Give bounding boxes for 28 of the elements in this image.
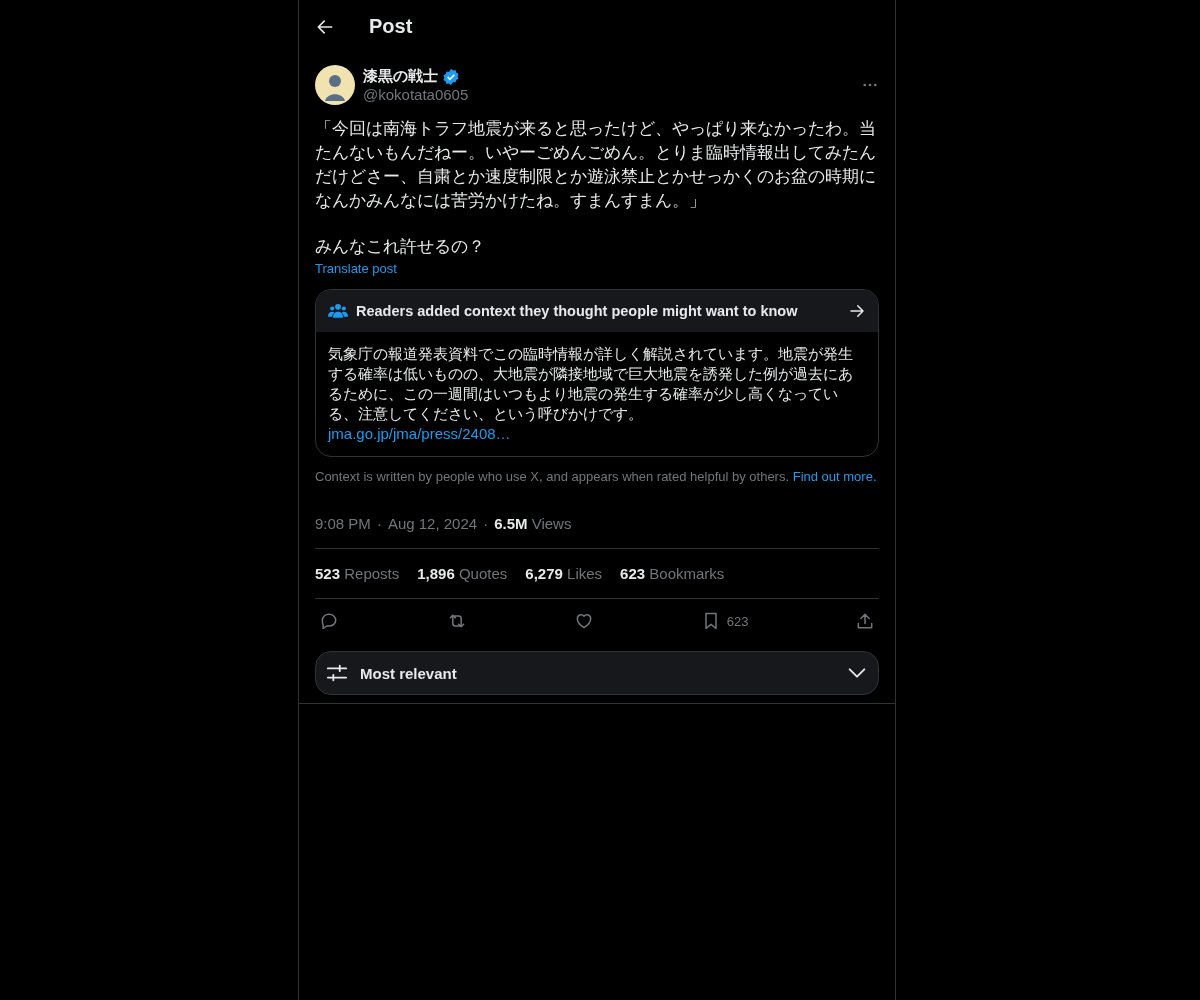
people-icon <box>328 302 348 320</box>
separator-dot: · <box>483 515 489 532</box>
arrow-right-icon[interactable] <box>848 302 866 320</box>
bookmark-button[interactable]: 623 <box>700 611 749 631</box>
post-time: 9:08 PM <box>315 515 371 532</box>
engagement-stat[interactable]: 1,896 Quotes <box>417 565 508 582</box>
sliders-icon <box>326 662 348 684</box>
post-text: みんなこれ許せるの？ <box>315 236 486 258</box>
engagement-stat[interactable]: 523 Reposts <box>315 565 400 582</box>
source-link[interactable]: jma.go.jp/jma/press/2408… <box>328 424 511 444</box>
post-date: Aug 12, 2024 <box>387 515 478 532</box>
reply-button[interactable] <box>319 611 339 631</box>
engagement-stat[interactable]: 623 Bookmarks <box>620 565 725 582</box>
view-count: 6.5M Views <box>494 515 572 532</box>
translate-link[interactable]: Translate post <box>315 261 397 276</box>
context-disclaimer: Context is written by people who use X, and appears when rated helpful by others. Find out more. <box>315 469 878 485</box>
separator-dot: · <box>376 515 382 532</box>
engagement-stat[interactable]: 6,279 Likes <box>525 565 603 582</box>
page-title: Post <box>369 15 413 38</box>
post-text: 「今回は南海トラフ地震が来ると思ったけど、やっぱり来なかったわ。当たんないもんだねー。いやーごめんごめん。とりま臨時情報出してみたんだけどさー、自粛とか速度制限とか遊泳禁止とかせっかくのお盆の時期になんかみんなには苦労かけたね。すまんすまん。」 <box>315 118 877 212</box>
note-title: Readers added context they thought people might want to know <box>356 303 799 319</box>
reply-icon <box>319 611 339 631</box>
note-text: 気象庁の報道発表資料でこの臨時情報が詳しく解説されています。地震が発生する確率は低いものの、大地震が隣接地域で巨大地震を誘発した例が過去にあるために、この一週間はいつもより地震の発生する確率が少し高くなっている、注意してください、という呼びかけです。 <box>328 345 854 424</box>
author-name[interactable]: 漆黒の戦士 <box>363 67 438 86</box>
author-handle: @kokotata0605 <box>363 86 470 103</box>
find-out-more-link[interactable]: Find out more. <box>792 469 877 484</box>
sort-dropdown[interactable]: Most relevant <box>315 651 879 695</box>
avatar[interactable] <box>315 65 355 105</box>
